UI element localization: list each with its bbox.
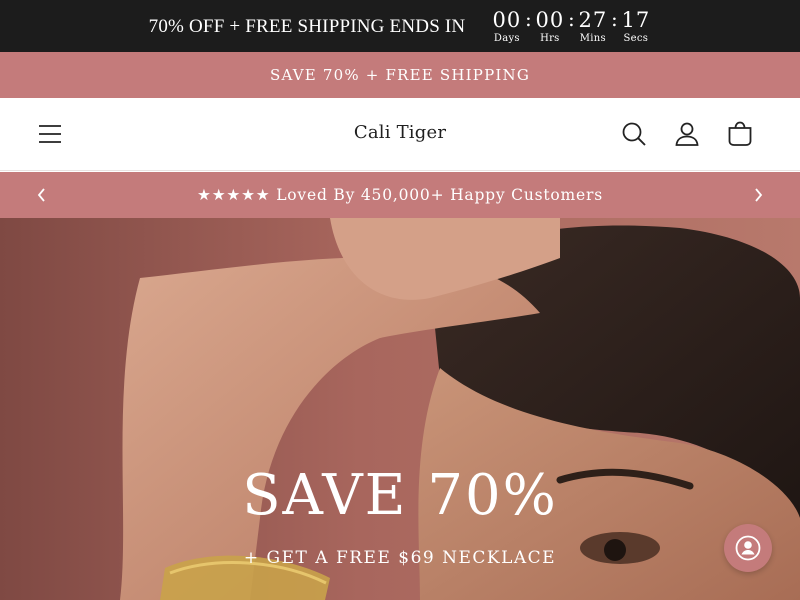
chevron-right-icon	[755, 188, 763, 202]
chevron-left-icon	[37, 188, 45, 202]
account-icon	[675, 122, 699, 146]
cart-icon	[728, 121, 752, 146]
timer-minutes: 27 Mins	[577, 8, 608, 44]
timer-separator: :	[610, 7, 618, 31]
promo-text: SAVE 70% + FREE SHIPPING	[269, 66, 531, 84]
announcement-prev-button[interactable]	[34, 187, 50, 203]
timer-separator: :	[567, 7, 575, 31]
hero-title: SAVE 70%	[242, 463, 558, 528]
announcement-bar: ★★★★★ Loved By 450,000+ Happy Customers	[0, 172, 800, 218]
timer-days-value: 00	[492, 8, 522, 32]
site-header: Cali Tiger	[0, 98, 800, 171]
timer-seconds-value: 17	[621, 8, 651, 32]
timer-minutes-label: Mins	[579, 33, 606, 44]
timer-minutes-value: 27	[578, 8, 608, 32]
timer-days-label: Days	[493, 33, 520, 44]
hero-subtitle: + GET A FREE $69 NECKLACE	[243, 548, 557, 568]
timer-hours-value: 00	[535, 8, 565, 32]
announcement-text: ★★★★★ Loved By 450,000+ Happy Customers	[197, 186, 603, 204]
timer-seconds: 17 Secs	[620, 8, 651, 44]
announcement-next-button[interactable]	[750, 187, 766, 203]
countdown-text: 70% OFF + FREE SHIPPING ENDS IN	[148, 16, 466, 37]
chat-button[interactable]	[724, 524, 772, 572]
timer-days: 00 Days	[491, 8, 522, 44]
hero-image	[0, 218, 800, 600]
countdown-bar: 70% OFF + FREE SHIPPING ENDS IN 00 Days …	[0, 0, 800, 52]
countdown-timer: 00 Days : 00 Hrs : 27 Mins : 17 Secs	[491, 8, 651, 44]
promo-bar[interactable]: SAVE 70% + FREE SHIPPING	[0, 52, 800, 98]
hero-banner[interactable]: SAVE 70% + GET A FREE $69 NECKLACE	[0, 218, 800, 600]
search-button[interactable]	[620, 120, 648, 148]
timer-hours: 00 Hrs	[534, 8, 565, 44]
timer-separator: :	[524, 7, 532, 31]
cart-button[interactable]	[726, 120, 754, 148]
chat-icon	[735, 535, 761, 561]
timer-hours-label: Hrs	[540, 33, 560, 44]
timer-seconds-label: Secs	[623, 33, 649, 44]
search-icon	[622, 122, 646, 146]
account-button[interactable]	[673, 120, 701, 148]
